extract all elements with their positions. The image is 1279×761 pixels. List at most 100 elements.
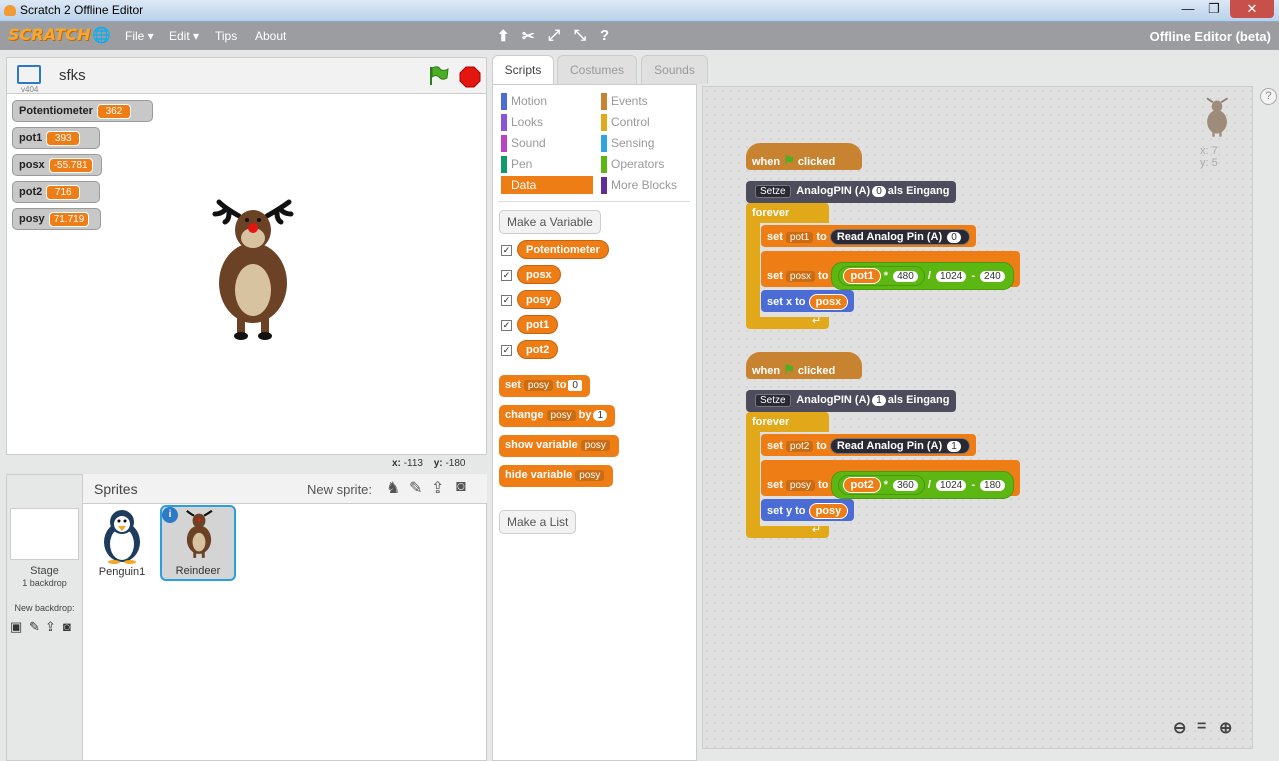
stage-label: Stage <box>30 565 59 577</box>
green-flag-icon: ⚑ <box>783 153 795 168</box>
backdrop-library-icon[interactable]: ▣ <box>10 619 22 635</box>
make-variable-button[interactable]: Make a Variable <box>499 210 601 234</box>
camera-backdrop-icon[interactable]: ◙ <box>63 619 71 634</box>
duplicate-icon[interactable]: ⬆ <box>497 27 510 45</box>
category-data[interactable]: Data <box>501 176 593 194</box>
sprite-library-icon[interactable]: ♞ <box>386 478 400 498</box>
monitor-value: 71.719 <box>48 212 90 227</box>
make-list-button[interactable]: Make a List <box>499 510 577 534</box>
tab-sounds[interactable]: Sounds <box>641 55 708 84</box>
category-looks[interactable]: Looks <box>501 113 596 131</box>
checkbox-pot1[interactable]: ✓ <box>501 320 512 331</box>
set-posx-block[interactable]: set posx to pot1 * 480 / 1024 - 240 <box>761 251 1020 290</box>
category-pen[interactable]: Pen <box>501 155 596 173</box>
green-flag-icon: ⚑ <box>783 362 795 377</box>
green-flag-icon[interactable] <box>427 65 449 87</box>
fullscreen-icon[interactable] <box>17 65 41 84</box>
reporter-pot2[interactable]: pot2 <box>517 340 559 359</box>
shrink-icon[interactable]: ⤡ <box>574 27 586 44</box>
category-sound[interactable]: Sound <box>501 134 596 152</box>
setze-analogpin-block[interactable]: Setze AnalogPIN (A) 1 als Eingang <box>746 390 956 412</box>
penguin-thumbnail <box>104 510 140 564</box>
grow-icon[interactable]: ⤢ <box>548 27 560 44</box>
stage-column: Stage 1 backdrop New backdrop: ▣ ✎ ⇪ ◙ <box>6 474 83 761</box>
category-operators[interactable]: Operators <box>601 155 696 173</box>
set-pot1-block[interactable]: set pot1 to Read Analog Pin (A) 0 <box>761 225 976 247</box>
category-events[interactable]: Events <box>601 92 696 110</box>
change-variable-block[interactable]: change posy by 1 <box>499 405 616 427</box>
when-flag-clicked-hat[interactable]: when ⚑ clicked <box>746 143 862 170</box>
offline-editor-label: Offline Editor (beta) <box>1149 29 1271 44</box>
scratch-logo[interactable]: SCRATCH <box>8 25 90 44</box>
menu-bar: SCRATCH 🌐 File ▾ Edit ▾ Tips About ⬆ ✂ ⤢… <box>0 22 1279 50</box>
tab-scripts[interactable]: Scripts <box>492 55 554 84</box>
monitor-posy[interactable]: posy 71.719 <box>12 208 101 230</box>
reporter-posx[interactable]: posx <box>517 265 561 284</box>
set-pot2-block[interactable]: set pot2 to Read Analog Pin (A) 1 <box>761 434 976 456</box>
loop-arrow-icon: ↵ <box>812 315 822 327</box>
block-palette: Motion Looks Sound Pen Data Events Contr… <box>492 84 697 761</box>
reporter-posy[interactable]: posy <box>517 290 561 309</box>
checkbox-pot2[interactable]: ✓ <box>501 345 512 356</box>
sprite-tile-penguin[interactable]: Penguin1 <box>90 505 154 580</box>
file-menu[interactable]: File ▾ <box>125 29 154 43</box>
set-y-block[interactable]: set y to posy <box>761 499 855 521</box>
project-name[interactable]: sfks <box>59 67 86 84</box>
monitor-pot2[interactable]: pot2 716 <box>12 181 100 203</box>
setze-analogpin-block[interactable]: Setze AnalogPIN (A) 0 als Eingang <box>746 181 956 203</box>
paint-backdrop-icon[interactable]: ✎ <box>29 619 40 635</box>
maximize-button[interactable]: ❐ <box>1202 0 1226 18</box>
set-variable-block[interactable]: set posy to 0 <box>499 375 590 397</box>
reporter-potentiometer[interactable]: Potentiometer <box>517 240 609 259</box>
scripts-area[interactable]: x: 7 y: 5 when ⚑ clicked Setze AnalogPIN… <box>702 86 1253 749</box>
sprite-tile-reindeer[interactable]: i Reindeer <box>160 505 236 581</box>
tab-costumes[interactable]: Costumes <box>557 55 637 84</box>
help-icon[interactable]: ? <box>1260 88 1277 105</box>
stage[interactable]: Potentiometer 362 pot1 393 posx -55.781 pot… <box>6 93 487 455</box>
zoom-reset-icon[interactable]: = <box>1197 718 1206 736</box>
close-button[interactable]: ✕ <box>1230 0 1274 18</box>
edit-menu[interactable]: Edit ▾ <box>169 29 199 43</box>
monitor-value: 393 <box>46 131 81 146</box>
sprites-header: Sprites New sprite: ♞ ✎ ⇪ ◙ <box>83 474 487 504</box>
category-motion[interactable]: Motion <box>501 92 596 110</box>
sprites-heading: Sprites <box>94 481 138 497</box>
paint-sprite-icon[interactable]: ✎ <box>409 478 422 498</box>
upload-backdrop-icon[interactable]: ⇪ <box>45 619 56 635</box>
upload-sprite-icon[interactable]: ⇪ <box>431 478 444 498</box>
show-variable-block[interactable]: show variable posy <box>499 435 619 457</box>
when-flag-clicked-hat[interactable]: when ⚑ clicked <box>746 352 862 379</box>
checkbox-posy[interactable]: ✓ <box>501 295 512 306</box>
zoom-out-icon[interactable]: ⊖ <box>1173 718 1186 738</box>
checkbox-posx[interactable]: ✓ <box>501 270 512 281</box>
monitor-value: -55.781 <box>48 158 93 173</box>
category-sensing[interactable]: Sensing <box>601 134 696 152</box>
checkbox-potentiometer[interactable]: ✓ <box>501 245 512 256</box>
help-icon[interactable]: ? <box>600 27 609 44</box>
hide-variable-block[interactable]: hide variable posy <box>499 465 614 487</box>
stop-icon[interactable] <box>459 66 481 88</box>
reporter-pot1[interactable]: pot1 <box>517 315 559 334</box>
globe-icon[interactable]: 🌐 <box>92 26 111 44</box>
stage-thumbnail[interactable] <box>10 508 79 560</box>
sprite-name: Penguin1 <box>98 566 146 578</box>
monitor-label: Potentiometer <box>19 105 93 117</box>
current-sprite-thumbnail <box>1206 97 1229 137</box>
category-more-blocks[interactable]: More Blocks <box>601 176 696 194</box>
delete-icon[interactable]: ✂ <box>522 27 535 45</box>
monitor-potentiometer[interactable]: Potentiometer 362 <box>12 100 153 122</box>
monitor-pot1[interactable]: pot1 393 <box>12 127 100 149</box>
category-control[interactable]: Control <box>601 113 696 131</box>
reindeer-sprite[interactable] <box>211 198 295 342</box>
monitor-posx[interactable]: posx -55.781 <box>12 154 102 176</box>
zoom-in-icon[interactable]: ⊕ <box>1219 718 1232 738</box>
minimize-button[interactable]: — <box>1176 0 1200 18</box>
tips-menu[interactable]: Tips <box>215 29 237 43</box>
set-posy-block[interactable]: set posy to pot2 * 360 / 1024 - 180 <box>761 460 1020 499</box>
info-icon[interactable]: i <box>162 507 178 523</box>
about-menu[interactable]: About <box>255 29 286 43</box>
camera-sprite-icon[interactable]: ◙ <box>456 478 466 496</box>
y-label: y: <box>433 458 443 469</box>
set-x-block[interactable]: set x to posx <box>761 290 855 312</box>
new-sprite-label: New sprite: <box>307 482 373 497</box>
